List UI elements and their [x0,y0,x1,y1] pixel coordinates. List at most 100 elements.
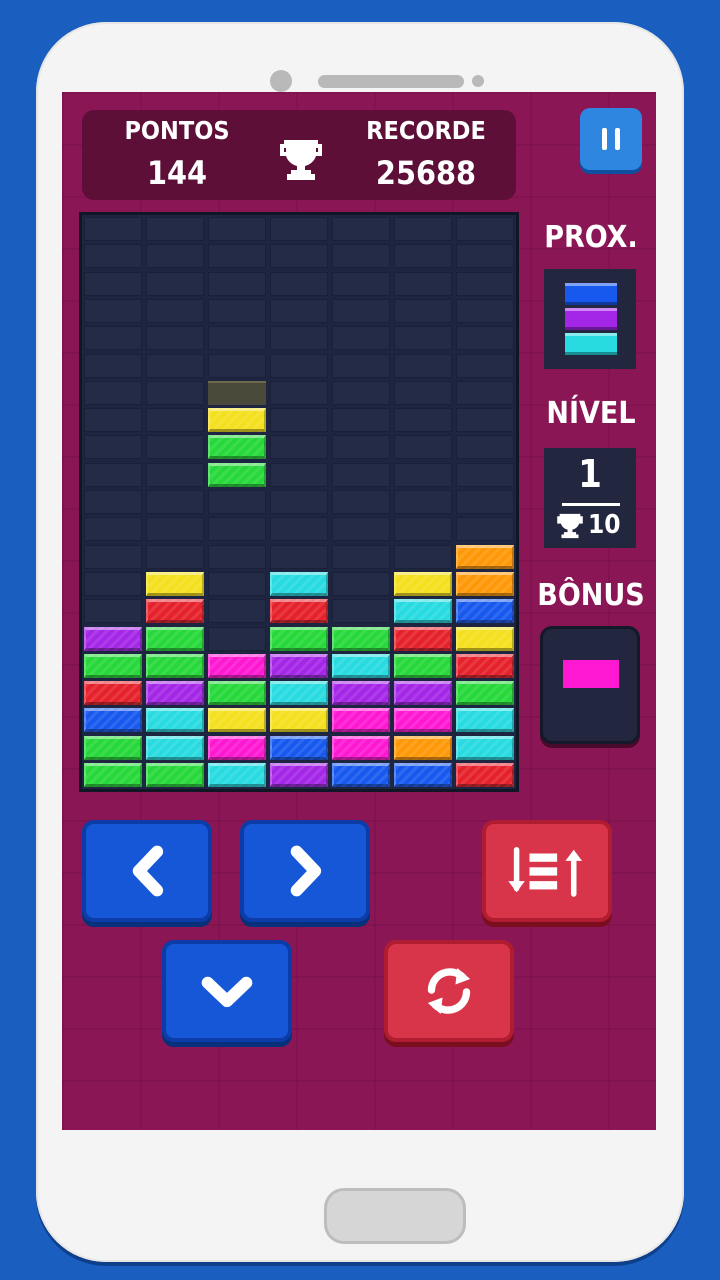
board-cell [394,490,452,514]
move-right-button[interactable] [240,820,370,922]
block [394,735,452,760]
board-cell [208,244,266,269]
board-cell [456,271,514,296]
sensor [450,75,462,87]
block [270,571,328,596]
board-cell [146,462,204,487]
board-cell [456,517,514,542]
board-cell [332,298,390,323]
board-cell [146,271,204,296]
block [208,708,266,733]
block [332,626,390,651]
score-value: 144 [146,154,208,192]
bonus-piece [563,660,619,688]
board-cell [84,490,142,514]
chevron-left-icon [132,845,164,897]
board-cell [146,544,204,569]
block [394,571,452,596]
speaker [318,75,464,88]
rotate-button[interactable] [384,940,514,1042]
board-cell [394,380,452,405]
board-cell [84,599,142,624]
block [270,626,328,651]
board-cell [208,353,266,378]
board-cell [84,298,142,323]
block [146,763,204,787]
board-cell [270,271,328,296]
level-panel: 1 10 [544,448,636,548]
board-cell [84,326,142,351]
block [270,681,328,706]
board-cell [84,435,142,460]
board-cell [208,326,266,351]
bonus-button[interactable] [540,626,640,744]
level-value: 1 [578,452,602,496]
board-cell [146,298,204,323]
record-value: 25688 [375,154,477,192]
board-cell [84,271,142,296]
board-cell [84,353,142,378]
block [208,681,266,706]
score-panel: PONTOS 144 RECORDE 25688 [82,110,516,200]
block [270,735,328,760]
block [456,544,514,569]
sensor [472,75,484,87]
board-cell [332,435,390,460]
board-cell [456,244,514,269]
board-cell [270,298,328,323]
board-cell [394,298,452,323]
board-cell [84,244,142,269]
board-cell [208,298,266,323]
board-cell [394,244,452,269]
board-cell [456,353,514,378]
drop-shadow-indicator [208,380,266,405]
board-cell [394,435,452,460]
board-cell [84,408,142,433]
board-cell [332,271,390,296]
board-cell [270,244,328,269]
next-piece-preview [544,269,636,369]
block [394,708,452,733]
board-cell [270,326,328,351]
board-cell [332,490,390,514]
board-cell [456,380,514,405]
level-label: NÍVEL [546,396,636,431]
move-left-button[interactable] [82,820,212,922]
sort-icon [508,847,583,897]
drop-button[interactable] [162,940,292,1042]
swap-button[interactable] [482,820,612,922]
board-cell [394,462,452,487]
block [456,626,514,651]
board-cell [394,217,452,241]
block [146,708,204,733]
game-screen: PONTOS 144 RECORDE 25688 PROX. NÍVEL 1 1… [62,92,656,1130]
board-cell [146,217,204,241]
board-cell [146,353,204,378]
board-cell [208,490,266,514]
block [456,735,514,760]
board-cell [456,435,514,460]
block [394,626,452,651]
next-block [565,333,617,355]
board-cell [456,298,514,323]
block [146,571,204,596]
board-cell [394,353,452,378]
board-cell [146,517,204,542]
board-cell [394,544,452,569]
board-cell [146,435,204,460]
board-cell [146,244,204,269]
next-label: PROX. [544,220,638,255]
pause-button[interactable] [580,108,642,170]
board-cell [84,544,142,569]
board-cell [332,571,390,596]
board-cell [146,326,204,351]
board-cell [146,380,204,405]
block [208,462,266,487]
block [332,763,390,787]
block [208,653,266,678]
block [332,708,390,733]
block [270,708,328,733]
block [208,735,266,760]
board-cell [146,490,204,514]
board-cell [332,462,390,487]
